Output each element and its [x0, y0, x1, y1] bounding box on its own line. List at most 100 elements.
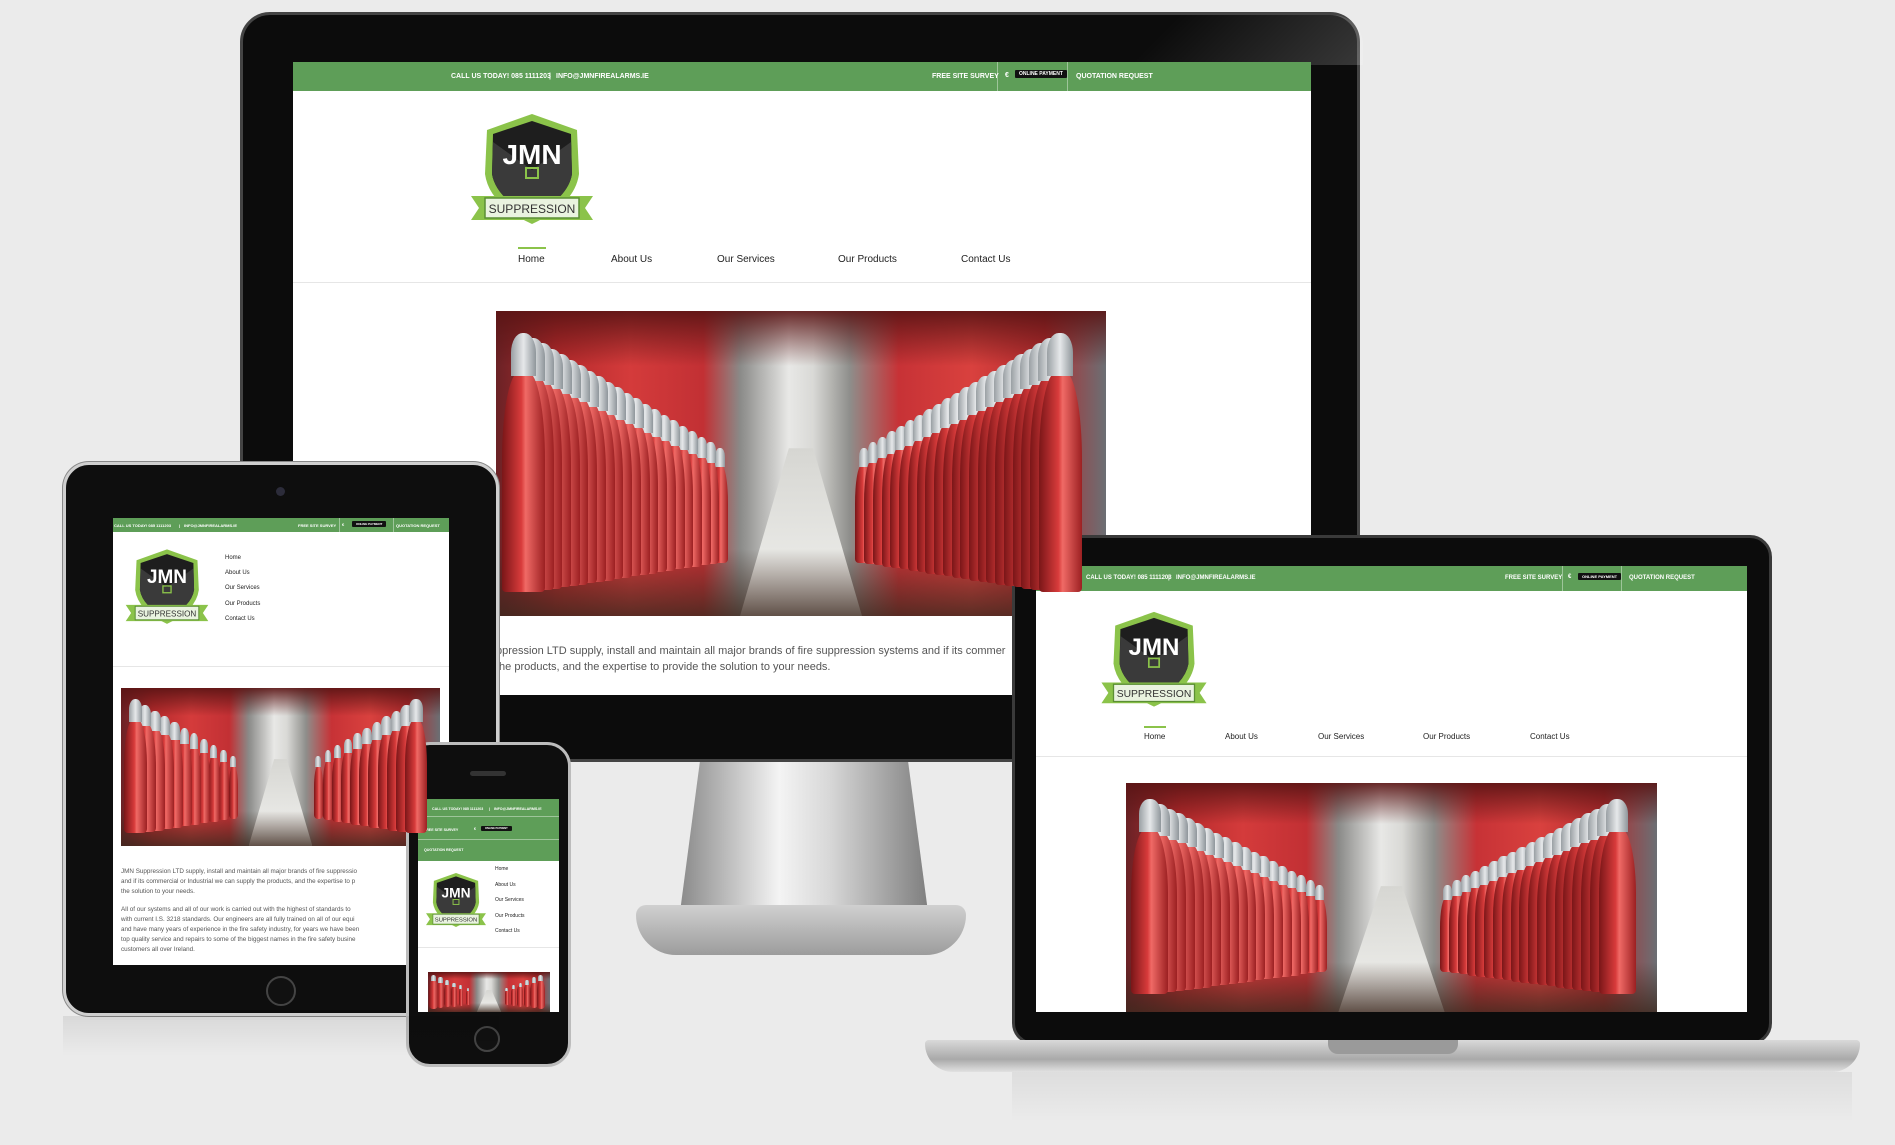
cylinder [429, 974, 438, 1009]
cylinder [504, 988, 509, 1006]
cylinder [451, 982, 457, 1007]
tablet-home-button[interactable] [266, 976, 296, 1006]
nav-about[interactable]: About Us [495, 882, 516, 888]
separator: | [489, 807, 491, 811]
nav-services[interactable]: Our Services [495, 897, 524, 903]
svg-text:JMN: JMN [502, 139, 561, 170]
divider [1562, 566, 1563, 591]
cylinder [124, 699, 147, 834]
intro-line: ppression LTD supply, install and mainta… [496, 645, 1006, 657]
email-link[interactable]: INFO@JMNFIREALARMS.IE [556, 73, 649, 80]
euro-icon: € [1005, 72, 1009, 79]
laptop-reflection [1012, 1072, 1852, 1122]
free-survey-link[interactable]: FREE SITE SURVEY [932, 73, 999, 80]
nav-home[interactable]: Home [225, 555, 241, 561]
nav-divider [113, 666, 449, 667]
divider [418, 839, 559, 840]
tablet-camera [276, 487, 285, 496]
topbar: CALL US TODAY! 085 1111203 | INFO@JMNFIR… [1036, 566, 1747, 591]
free-survey-link[interactable]: FREE SITE SURVEY [298, 523, 336, 528]
tablet-screen: CALL US TODAY! 085 1111203 | INFO@JMNFIR… [113, 518, 449, 965]
online-payment-button[interactable]: ONLINE PAYMENT [1015, 70, 1067, 78]
glare [1023, 15, 1363, 65]
intro-text: ppression LTD supply, install and mainta… [496, 644, 1005, 676]
quotation-link[interactable]: QUOTATION REQUEST [1629, 575, 1695, 581]
nav-home[interactable]: Home [518, 254, 545, 265]
divider [1621, 566, 1622, 591]
cylinder [228, 755, 238, 819]
call-text[interactable]: CALL US TODAY! 085 1111203 [114, 523, 171, 528]
jmn-logo[interactable]: JMN SUPPRESSION [1098, 610, 1210, 712]
nav-contact[interactable]: Contact Us [1530, 732, 1570, 741]
topbar: CALL US TODAY! 085 1111203 | INFO@JMNFIR… [113, 518, 449, 532]
divider [418, 816, 559, 817]
svg-text:JMN: JMN [441, 886, 470, 901]
intro-line: top quality service and repairs to some … [121, 936, 356, 944]
nav-divider [1036, 756, 1747, 757]
hero-image [121, 688, 440, 846]
topbar: CALL US TODAY! 085 1111203 | INFO@JMNFIR… [293, 62, 1311, 91]
svg-text:SUPPRESSION: SUPPRESSION [435, 918, 477, 924]
monitor-base [636, 905, 966, 955]
call-text[interactable]: CALL US TODAY! 085 1111203 [1086, 575, 1172, 581]
nav-products[interactable]: Our Products [225, 601, 260, 607]
call-text[interactable]: CALL US TODAY! 085 1111203 [432, 807, 483, 811]
jmn-logo[interactable]: JMN SUPPRESSION [467, 112, 597, 230]
call-text[interactable]: CALL US TODAY! 085 1111203 [451, 73, 551, 80]
cylinder [465, 988, 470, 1006]
nav-contact[interactable]: Contact Us [495, 928, 520, 934]
nav-divider [293, 282, 1311, 283]
nav-active-indicator [1144, 726, 1166, 728]
cylinder [510, 985, 516, 1007]
free-survey-link[interactable]: FREE SITE SURVEY [424, 828, 458, 832]
nav-about[interactable]: About Us [1225, 732, 1258, 741]
intro-line: All of our systems and all of our work i… [121, 906, 351, 914]
online-payment-button[interactable]: ONLINE PAYMENT [352, 521, 387, 527]
cylinder [536, 974, 546, 1009]
nav-contact[interactable]: Contact Us [961, 254, 1010, 265]
nav-products[interactable]: Our Products [495, 913, 524, 919]
quotation-link[interactable]: QUOTATION REQUEST [396, 523, 440, 528]
jmn-logo[interactable]: JMN SUPPRESSION [123, 548, 211, 628]
svg-text:SUPPRESSION: SUPPRESSION [1117, 689, 1192, 700]
online-payment-button[interactable]: ONLINE PAYMENT [1578, 573, 1622, 580]
svg-text:SUPPRESSION: SUPPRESSION [489, 202, 576, 216]
cylinder [1038, 332, 1082, 592]
nav-services[interactable]: Our Services [717, 254, 775, 265]
nav-services[interactable]: Our Services [1318, 732, 1364, 741]
svg-text:JMN: JMN [147, 567, 187, 588]
tablet-reflection [63, 1016, 499, 1056]
online-payment-button[interactable]: ONLINE PAYMENT [481, 826, 512, 831]
intro-line: and have many years of experience in the… [121, 926, 360, 934]
nav-about[interactable]: About Us [611, 254, 652, 265]
separator: | [1168, 575, 1170, 581]
cylinder [443, 980, 451, 1008]
topbar: CALL US TODAY! 085 1111203 | INFO@JMNFIR… [418, 799, 559, 861]
email-link[interactable]: INFO@JMNFIREALARMS.IE [184, 523, 237, 528]
nav-home[interactable]: Home [1144, 732, 1165, 741]
svg-text:JMN: JMN [1129, 634, 1180, 661]
nav-services[interactable]: Our Services [225, 585, 260, 591]
euro-icon: € [474, 827, 476, 831]
nav-products[interactable]: Our Products [1423, 732, 1470, 741]
quotation-link[interactable]: QUOTATION REQUEST [424, 848, 463, 852]
nav-about[interactable]: About Us [225, 570, 250, 576]
intro-text: JMN Suppression LTD supply, install and … [121, 867, 359, 956]
email-link[interactable]: INFO@JMNFIREALARMS.IE [1176, 575, 1256, 581]
free-survey-link[interactable]: FREE SITE SURVEY [1505, 575, 1562, 581]
email-link[interactable]: INFO@JMNFIREALARMS.IE [494, 807, 542, 811]
laptop-screen: CALL US TODAY! 085 1111203 | INFO@JMNFIR… [1036, 566, 1747, 1012]
cylinder [458, 985, 464, 1007]
nav-contact[interactable]: Contact Us [225, 616, 255, 622]
quotation-link[interactable]: QUOTATION REQUEST [1076, 73, 1153, 80]
jmn-logo[interactable]: JMN SUPPRESSION [424, 872, 488, 930]
intro-line [121, 897, 359, 905]
cylinder [313, 755, 323, 819]
cylinder [1598, 799, 1636, 994]
divider [1067, 62, 1068, 91]
nav-products[interactable]: Our Products [838, 254, 897, 265]
cylinder [404, 699, 428, 834]
hero-image [496, 311, 1106, 616]
nav-home[interactable]: Home [495, 866, 508, 872]
nav-active-indicator [518, 247, 546, 249]
